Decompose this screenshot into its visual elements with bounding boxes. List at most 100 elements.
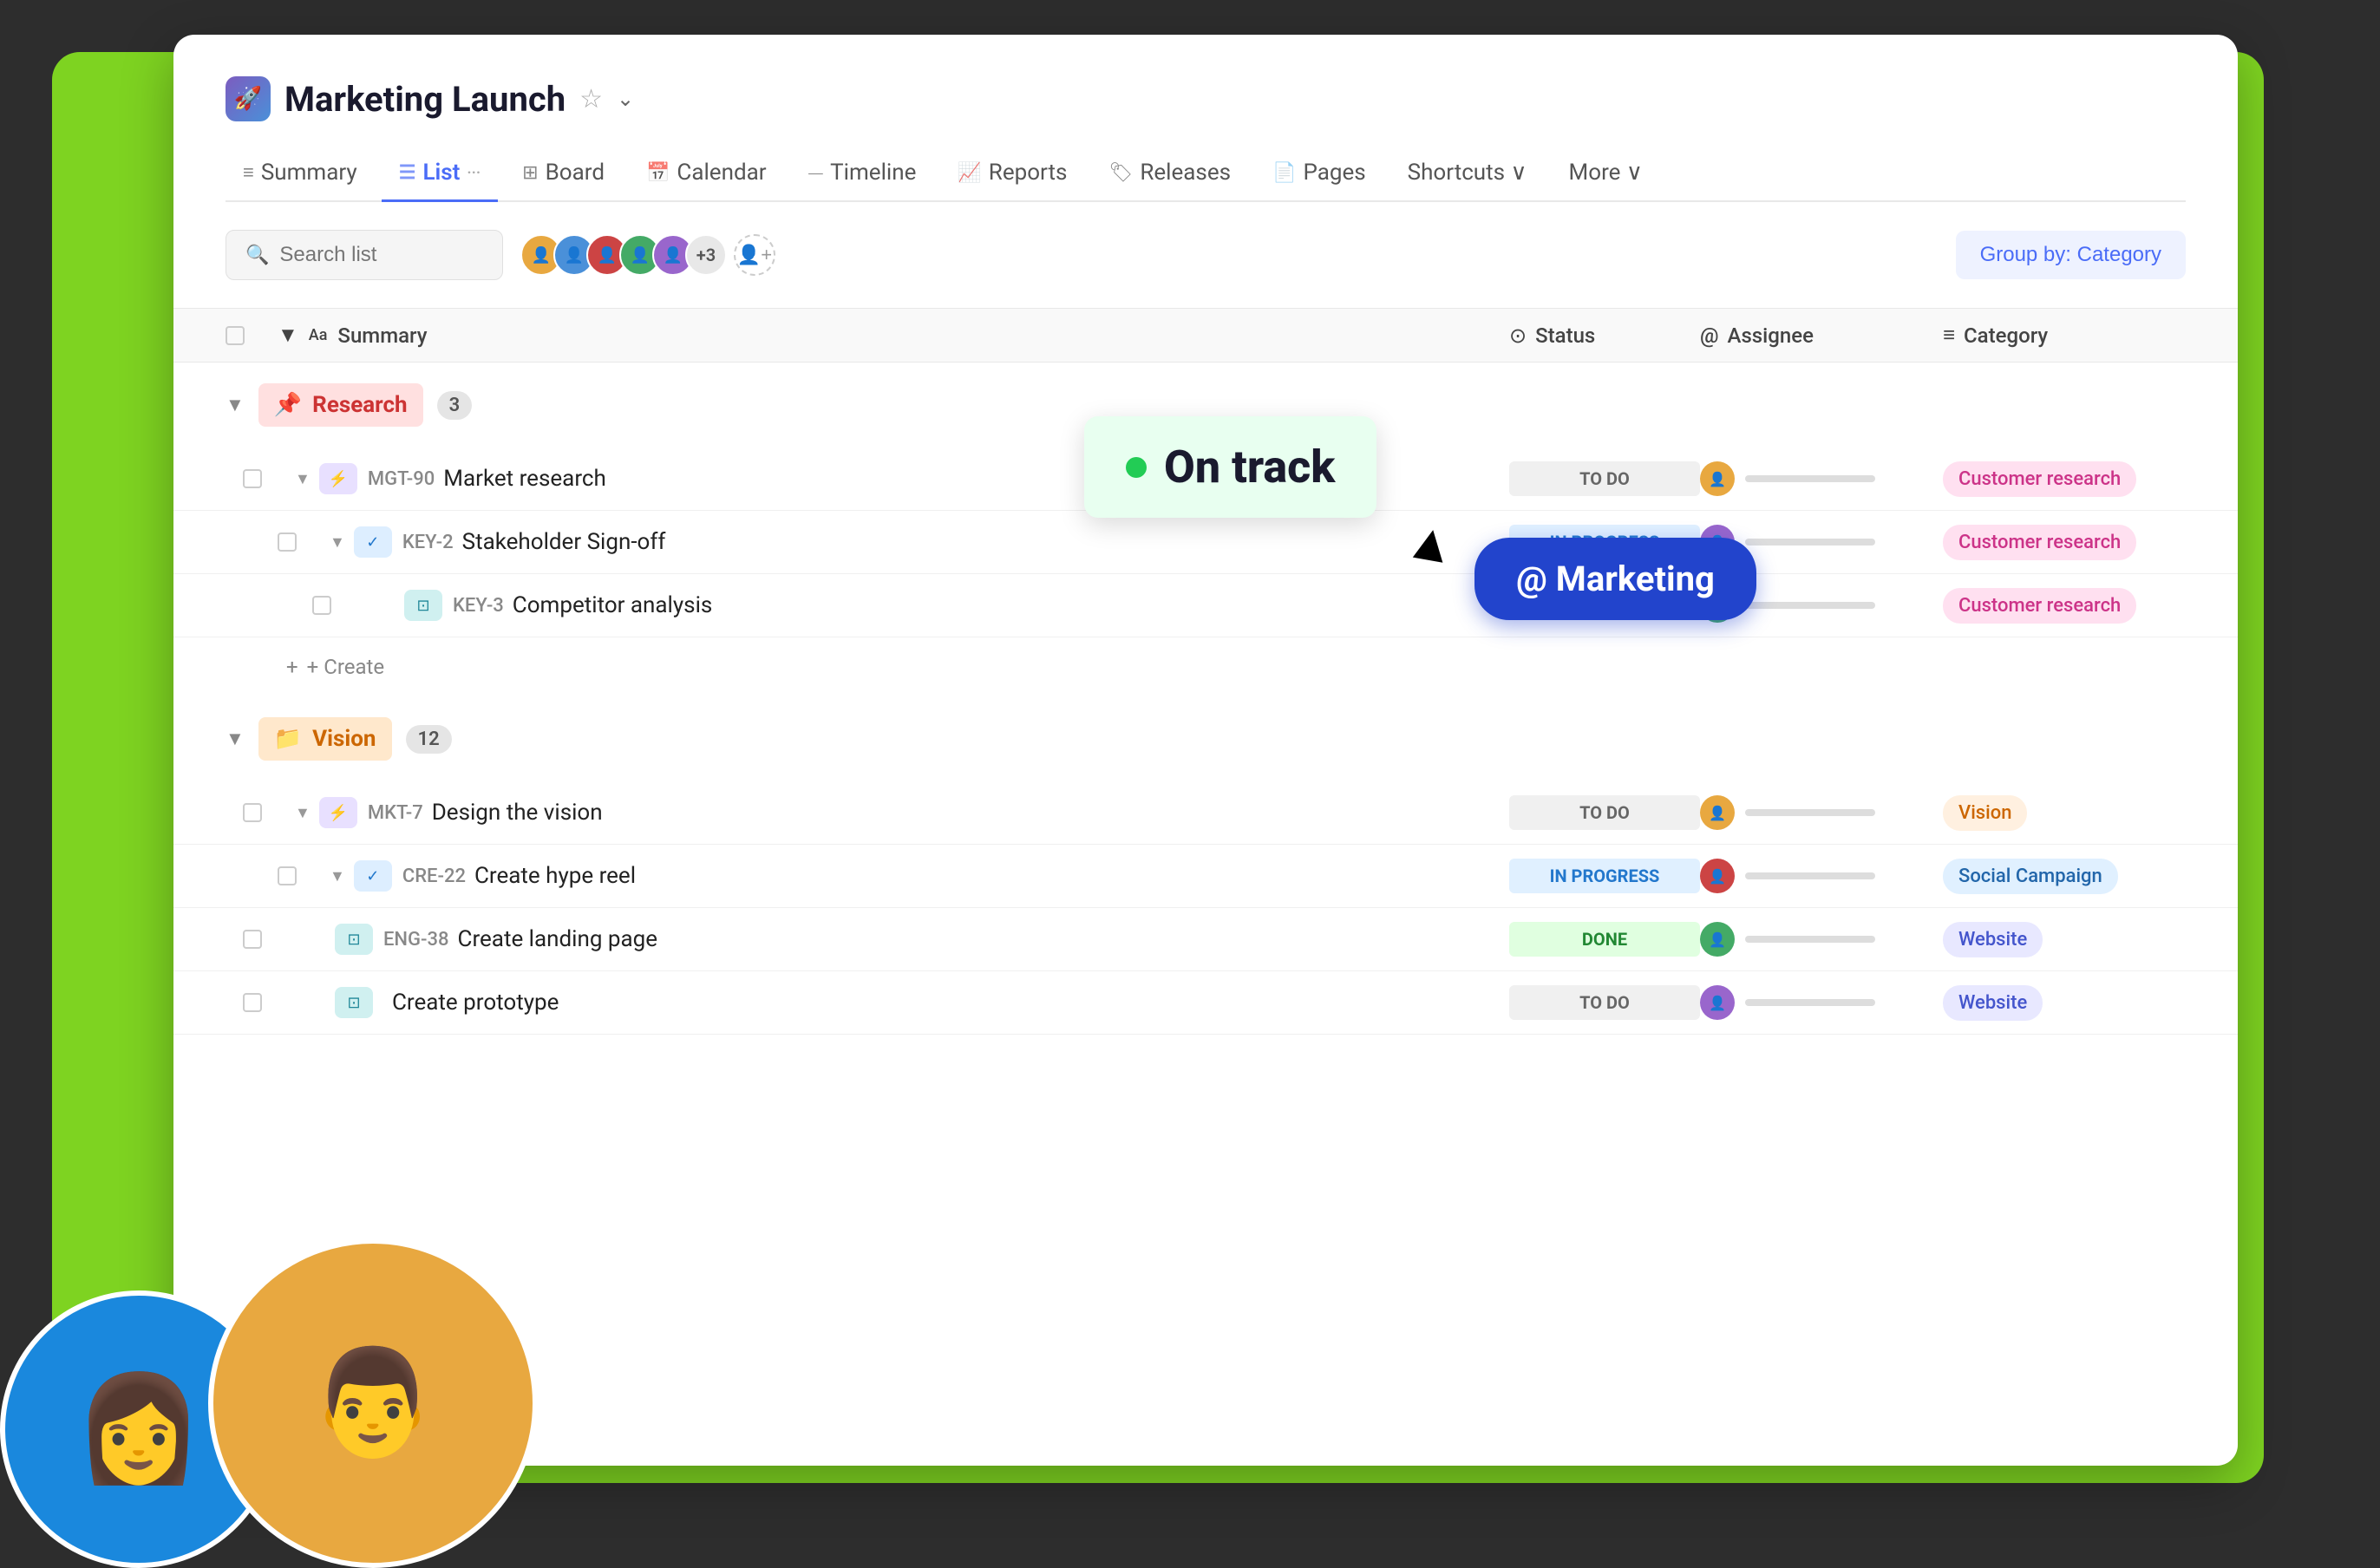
category-eng38: Website <box>1943 929 2186 951</box>
expand-key2[interactable]: ▼ <box>330 533 345 552</box>
add-person-button[interactable]: 👤+ <box>734 234 775 276</box>
toolbar-left: 🔍 👤 👤 👤 👤 👤 +3 👤+ <box>226 230 775 280</box>
tab-pages[interactable]: 📄 Pages <box>1255 146 1383 202</box>
row-checkbox-proto <box>243 993 295 1012</box>
person-avatar-2: 👨 <box>208 1238 538 1568</box>
tab-reports[interactable]: 📈 Reports <box>940 146 1084 202</box>
task-name-key2[interactable]: Stakeholder Sign-off <box>462 529 1509 555</box>
cursor-arrow-icon: ▲ <box>1400 507 1461 577</box>
category-badge-cre22[interactable]: Social Campaign <box>1943 859 2118 894</box>
assignee-eng38: 👤 <box>1700 922 1943 957</box>
status-mgt90[interactable]: TO DO <box>1509 461 1700 496</box>
search-box[interactable]: 🔍 <box>226 230 503 280</box>
status-mkt7[interactable]: TO DO <box>1509 795 1700 830</box>
tab-calendar[interactable]: 📅 Calendar <box>629 146 784 202</box>
checkbox-key2[interactable] <box>278 532 297 552</box>
table-header: ▼ Aa Summary ⊙ Status @ Assignee ≡ Categ… <box>173 308 2238 363</box>
task-name-proto[interactable]: Create prototype <box>392 990 1509 1016</box>
category-badge-key3[interactable]: Customer research <box>1943 588 2136 624</box>
task-id-eng38: ENG-38 <box>383 929 449 951</box>
group-research-label[interactable]: 📌 Research <box>258 383 423 427</box>
task-name-eng38[interactable]: Create landing page <box>458 926 1509 952</box>
group-vision-count: 12 <box>406 725 452 754</box>
row-checkbox-key3 <box>312 596 364 615</box>
tab-more[interactable]: More ∨ <box>1552 146 1660 202</box>
category-mkt7: Vision <box>1943 802 2186 824</box>
checkbox-mgt90[interactable] <box>243 469 262 488</box>
checkbox-proto[interactable] <box>243 993 262 1012</box>
tab-summary[interactable]: ≡ Summary <box>226 146 375 202</box>
category-badge-key2[interactable]: Customer research <box>1943 525 2136 560</box>
th-summary: ▼ Aa Summary <box>278 323 1509 348</box>
th-assignee[interactable]: @ Assignee <box>1700 323 1943 348</box>
ontrack-tooltip: On track <box>1084 416 1376 518</box>
ontrack-text: On track <box>1164 441 1335 493</box>
group-vision-chevron[interactable]: ▼ <box>226 728 245 750</box>
list-icon: ☰ <box>399 162 416 184</box>
assignee-avatar-eng38: 👤 <box>1700 922 1735 957</box>
row-checkbox-eng38 <box>243 930 295 949</box>
dropdown-chevron-icon[interactable]: ⌄ <box>617 87 634 111</box>
category-key3: Customer research <box>1943 595 2186 617</box>
assignee-proto: 👤 <box>1700 985 1943 1020</box>
task-icon-eng38: ⊡ <box>335 924 373 955</box>
status-eng38[interactable]: DONE <box>1509 922 1700 957</box>
star-icon[interactable]: ☆ <box>579 84 603 114</box>
task-name-key3[interactable]: Competitor analysis <box>513 592 1509 618</box>
category-col-icon: ≡ <box>1943 323 1955 348</box>
expand-mkt7[interactable]: ▼ <box>295 804 311 822</box>
assignee-bar-mkt7 <box>1745 809 1875 816</box>
search-input[interactable] <box>279 243 483 267</box>
toolbar: 🔍 👤 👤 👤 👤 👤 +3 👤+ Group by: Category <box>173 202 2238 308</box>
checkbox-mkt7[interactable] <box>243 803 262 822</box>
status-dot-icon <box>1126 457 1147 478</box>
calendar-icon: 📅 <box>646 162 670 184</box>
task-icon-mkt7: ⚡ <box>319 797 357 828</box>
select-all-checkbox[interactable] <box>226 326 245 345</box>
group-by-button[interactable]: Group by: Category <box>1956 231 2186 279</box>
checkbox-key3[interactable] <box>312 596 331 615</box>
tab-timeline[interactable]: ⏤ Timeline <box>791 146 934 202</box>
nav-tabs: ≡ Summary ☰ List ··· ⊞ Board 📅 Calendar … <box>226 146 2186 202</box>
category-badge-mkt7[interactable]: Vision <box>1943 795 2027 831</box>
checkbox-cre22[interactable] <box>278 866 297 885</box>
status-cre22[interactable]: IN PROGRESS <box>1509 859 1700 893</box>
assignee-bar-mgt90 <box>1745 475 1875 482</box>
row-checkbox-key2 <box>278 532 330 552</box>
status-col-icon: ⊙ <box>1509 323 1527 348</box>
expand-mgt90[interactable]: ▼ <box>295 470 311 488</box>
reports-icon: 📈 <box>958 162 981 184</box>
timeline-icon: ⏤ <box>808 162 824 184</box>
task-name-mkt7[interactable]: Design the vision <box>432 800 1509 826</box>
task-icon-proto: ⊡ <box>335 987 373 1018</box>
tab-shortcuts[interactable]: Shortcuts ∨ <box>1390 146 1545 202</box>
checkbox-eng38[interactable] <box>243 930 262 949</box>
category-badge-proto[interactable]: Website <box>1943 985 2043 1021</box>
assignee-bar-key2 <box>1745 539 1875 546</box>
category-key2: Customer research <box>1943 532 2186 553</box>
group-research-chevron[interactable]: ▼ <box>226 394 245 416</box>
task-name-cre22[interactable]: Create hype reel <box>474 863 1509 889</box>
tab-board[interactable]: ⊞ Board <box>505 146 622 202</box>
assignee-bar-proto <box>1745 999 1875 1006</box>
tab-releases[interactable]: 🏷 Releases <box>1091 146 1248 202</box>
vision-icon: 📁 <box>274 726 302 752</box>
category-badge-mgt90[interactable]: Customer research <box>1943 461 2136 497</box>
table-row: ⊡ Create prototype TO DO 👤 Website <box>173 971 2238 1035</box>
app-icon: 🚀 <box>226 76 271 121</box>
assignee-bar-key3 <box>1745 602 1875 609</box>
task-id-cre22: CRE-22 <box>402 866 466 887</box>
th-category[interactable]: ≡ Category <box>1943 323 2186 348</box>
expand-cre22[interactable]: ▼ <box>330 867 345 885</box>
status-proto[interactable]: TO DO <box>1509 985 1700 1020</box>
category-badge-eng38[interactable]: Website <box>1943 922 2043 957</box>
th-status[interactable]: ⊙ Status <box>1509 323 1700 348</box>
group-vision-label[interactable]: 📁 Vision <box>258 717 392 761</box>
tab-list[interactable]: ☰ List ··· <box>382 146 498 202</box>
create-research-button[interactable]: + + Create <box>173 637 2238 696</box>
task-id-key3: KEY-3 <box>453 595 504 617</box>
row-checkbox-mgt90 <box>243 469 295 488</box>
task-id-mgt90: MGT-90 <box>368 468 435 490</box>
row-checkbox-cre22 <box>278 866 330 885</box>
main-card: 🚀 Marketing Launch ☆ ⌄ ≡ Summary ☰ List … <box>173 35 2238 1466</box>
